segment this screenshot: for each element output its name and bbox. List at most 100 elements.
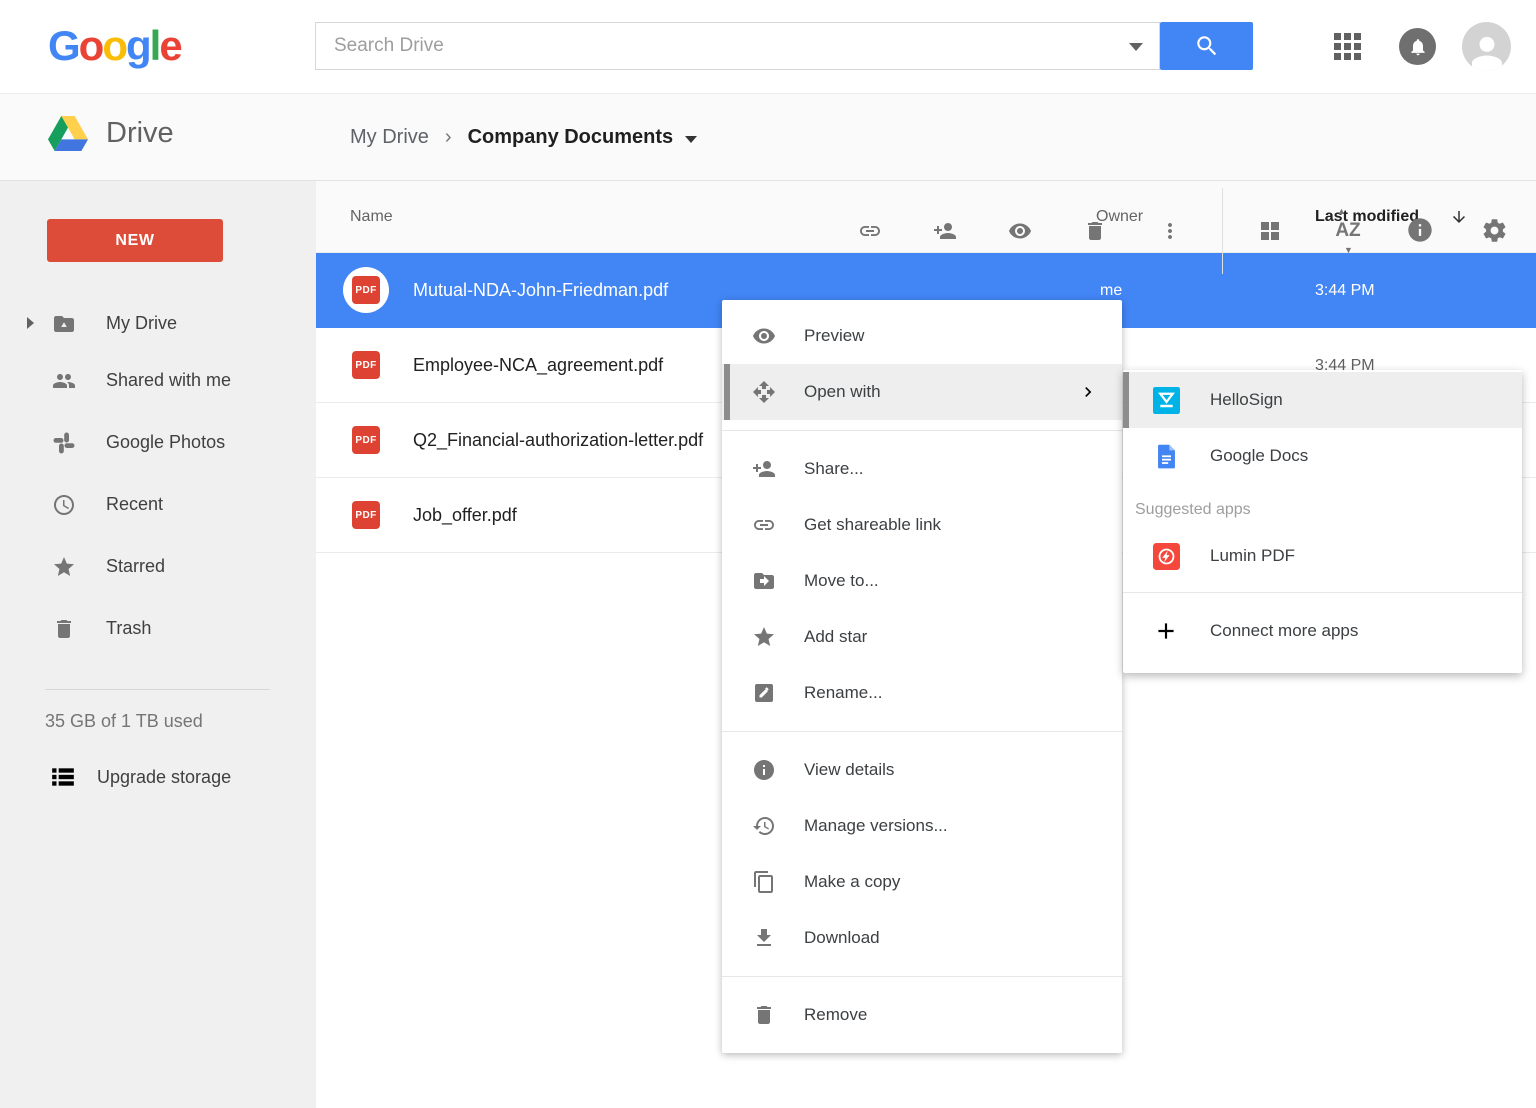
plus-icon (1153, 618, 1179, 644)
settings-gear-icon[interactable] (1481, 217, 1506, 242)
trash-icon (752, 1003, 776, 1027)
submenu-item-connect-more-apps[interactable]: Connect more apps (1123, 603, 1522, 659)
google-logo: Google (48, 14, 183, 78)
submenu-item-label: Lumin PDF (1210, 546, 1296, 565)
upgrade-storage-label: Upgrade storage (97, 766, 232, 787)
preview-eye-icon[interactable] (1008, 219, 1032, 243)
drive-logo[interactable]: Drive (48, 116, 174, 151)
search-button[interactable] (1160, 22, 1253, 70)
open-with-submenu: HelloSign Google Docs Suggested apps Lum… (1123, 370, 1522, 673)
search-box (315, 22, 1160, 70)
menu-separator (722, 430, 1122, 431)
search-input[interactable] (316, 23, 1159, 69)
account-avatar[interactable] (1462, 22, 1511, 71)
search-options-caret-icon[interactable] (1129, 43, 1143, 51)
menu-item-rename[interactable]: Rename... (722, 665, 1122, 721)
new-button[interactable]: NEW (47, 219, 223, 262)
breadcrumb-parent[interactable]: My Drive (350, 126, 429, 149)
history-clock-icon (752, 814, 776, 838)
folder-move-icon (752, 569, 776, 593)
menu-item-make-a-copy[interactable]: Make a copy (722, 854, 1122, 910)
sidebar-item-starred[interactable]: Starred (0, 538, 316, 595)
submenu-item-lumin-pdf[interactable]: Lumin PDF (1123, 528, 1522, 584)
hellosign-app-icon (1153, 386, 1180, 414)
column-header-name[interactable]: Name (350, 181, 393, 253)
menu-item-label: Preview (804, 326, 865, 345)
breadcrumb-current[interactable]: Company Documents (468, 126, 674, 149)
apps-grid-icon[interactable] (1334, 33, 1361, 60)
download-icon (752, 926, 776, 950)
menu-item-label: Share... (804, 459, 864, 478)
menu-scrollbar-thumb[interactable] (724, 364, 730, 420)
pdf-file-icon: PDF (343, 342, 389, 388)
sidebar-item-trash[interactable]: Trash (0, 600, 316, 657)
info-circle-icon (752, 758, 776, 782)
menu-item-remove[interactable]: Remove (722, 987, 1122, 1043)
logo-letter: o (78, 22, 105, 69)
menu-item-label: View details (804, 760, 895, 779)
menu-item-label: Get shareable link (804, 515, 942, 534)
more-actions-icon[interactable] (1158, 219, 1182, 243)
share-person-add-icon (752, 457, 776, 481)
sort-direction-arrow-icon[interactable] (1450, 208, 1468, 226)
pdf-badge: PDF (352, 351, 380, 379)
submenu-item-hellosign[interactable]: HelloSign (1123, 372, 1522, 428)
file-name: Employee-NCA_agreement.pdf (413, 355, 664, 375)
info-icon[interactable] (1406, 216, 1432, 242)
sidebar: NEW My Drive Shared with me Google Photo… (0, 181, 316, 1108)
sidebar-divider (45, 689, 270, 690)
menu-item-label: Manage versions... (804, 816, 948, 835)
submenu-scrollbar-thumb[interactable] (1123, 372, 1129, 428)
grid-view-icon[interactable] (1258, 219, 1282, 243)
menu-item-view-details[interactable]: View details (722, 742, 1122, 798)
sidebar-item-label: Google Photos (106, 432, 226, 452)
file-name: Mutual-NDA-John-Friedman.pdf (413, 280, 669, 300)
star-icon (52, 555, 76, 579)
menu-item-label: Add star (804, 627, 868, 646)
my-drive-folder-icon (52, 312, 76, 336)
drive-triangle-icon (48, 116, 88, 151)
sort-up-caret: ▲ (1337, 206, 1346, 216)
logo-letter: o (102, 22, 128, 69)
breadcrumb: My Drive › Company Documents (350, 94, 698, 181)
menu-item-download[interactable]: Download (722, 910, 1122, 966)
google-docs-app-icon (1153, 443, 1180, 470)
menu-item-open-with[interactable]: Open with (722, 364, 1122, 420)
open-with-arrows-icon (752, 380, 776, 404)
pdf-badge: PDF (352, 501, 380, 529)
menu-item-share[interactable]: Share... (722, 441, 1122, 497)
get-link-icon[interactable] (858, 219, 882, 243)
notifications-bell-icon[interactable] (1399, 28, 1436, 65)
menu-item-preview[interactable]: Preview (722, 308, 1122, 364)
share-icon[interactable] (933, 219, 957, 243)
submenu-separator (1123, 592, 1522, 593)
logo-letter: G (48, 22, 81, 69)
pdf-badge: PDF (352, 426, 380, 454)
submenu-item-label: HelloSign (1210, 390, 1283, 409)
menu-item-label: Remove (804, 1005, 868, 1024)
copy-icon (752, 870, 776, 894)
sort-az-icon[interactable]: ▲ AZ ▼ (1331, 206, 1365, 255)
breadcrumb-separator: › (444, 126, 452, 148)
submenu-item-google-docs[interactable]: Google Docs (1123, 428, 1522, 484)
sidebar-item-my-drive[interactable]: My Drive (0, 295, 316, 352)
clock-icon (52, 493, 76, 517)
file-modified-time: 3:44 PM (1315, 281, 1375, 299)
upgrade-storage-button[interactable]: Upgrade storage (0, 749, 316, 805)
breadcrumb-caret-icon[interactable] (685, 135, 698, 143)
menu-item-move-to[interactable]: Move to... (722, 553, 1122, 609)
submenu-item-label: Google Docs (1210, 446, 1309, 465)
sidebar-item-shared-with-me[interactable]: Shared with me (0, 352, 316, 409)
lumin-pdf-app-icon (1153, 542, 1180, 570)
menu-item-get-shareable-link[interactable]: Get shareable link (722, 497, 1122, 553)
menu-item-add-star[interactable]: Add star (722, 609, 1122, 665)
link-icon (752, 513, 776, 537)
sidebar-item-google-photos[interactable]: Google Photos (0, 414, 316, 471)
top-bar: Google (0, 0, 1536, 94)
sidebar-item-label: Starred (106, 556, 166, 576)
menu-item-manage-versions[interactable]: Manage versions... (722, 798, 1122, 854)
sidebar-item-recent[interactable]: Recent (0, 476, 316, 533)
menu-item-label: Move to... (804, 571, 879, 590)
trash-icon[interactable] (1083, 219, 1107, 243)
pdf-file-icon: PDF (343, 492, 389, 538)
